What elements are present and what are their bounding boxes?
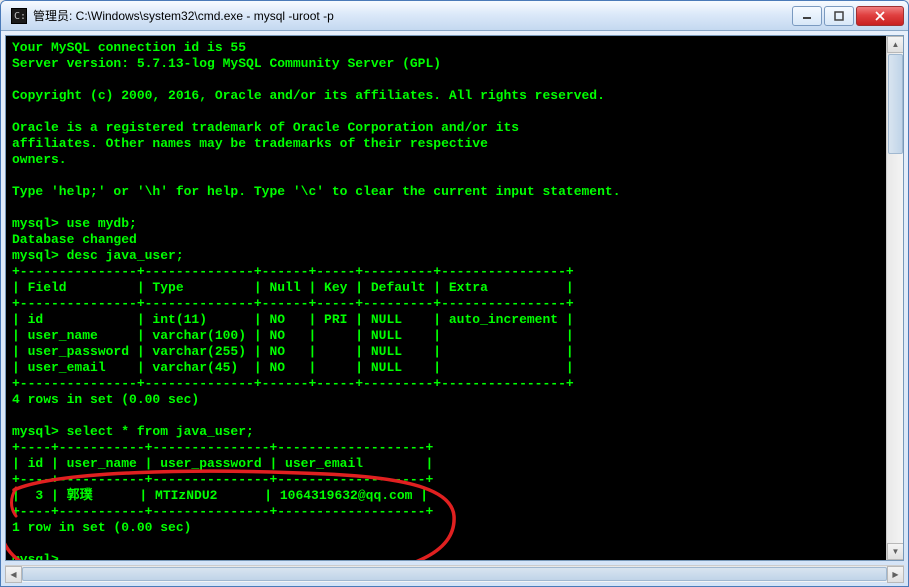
terminal-output[interactable]: Your MySQL connection id is 55 Server ve… — [6, 36, 886, 560]
horizontal-scrollbar[interactable]: ◀ ▶ — [5, 565, 904, 582]
close-button[interactable] — [856, 6, 904, 26]
scroll-thumb-horizontal[interactable] — [22, 567, 887, 581]
vertical-scrollbar[interactable]: ▲ ▼ — [886, 36, 903, 560]
maximize-button[interactable] — [824, 6, 854, 26]
window-title: 管理员: C:\Windows\system32\cmd.exe - mysql… — [33, 7, 790, 24]
scroll-up-button[interactable]: ▲ — [887, 36, 904, 53]
scroll-right-button[interactable]: ▶ — [887, 566, 904, 583]
titlebar[interactable]: C: 管理员: C:\Windows\system32\cmd.exe - my… — [1, 1, 908, 31]
svg-text:C:: C: — [14, 11, 26, 22]
minimize-button[interactable] — [792, 6, 822, 26]
terminal-container: Your MySQL connection id is 55 Server ve… — [5, 35, 904, 561]
scroll-thumb-vertical[interactable] — [888, 54, 903, 154]
scroll-down-button[interactable]: ▼ — [887, 543, 904, 560]
window-controls — [790, 6, 904, 26]
app-window: C: 管理员: C:\Windows\system32\cmd.exe - my… — [0, 0, 909, 587]
cmd-icon: C: — [11, 8, 27, 24]
scroll-left-button[interactable]: ◀ — [5, 566, 22, 583]
